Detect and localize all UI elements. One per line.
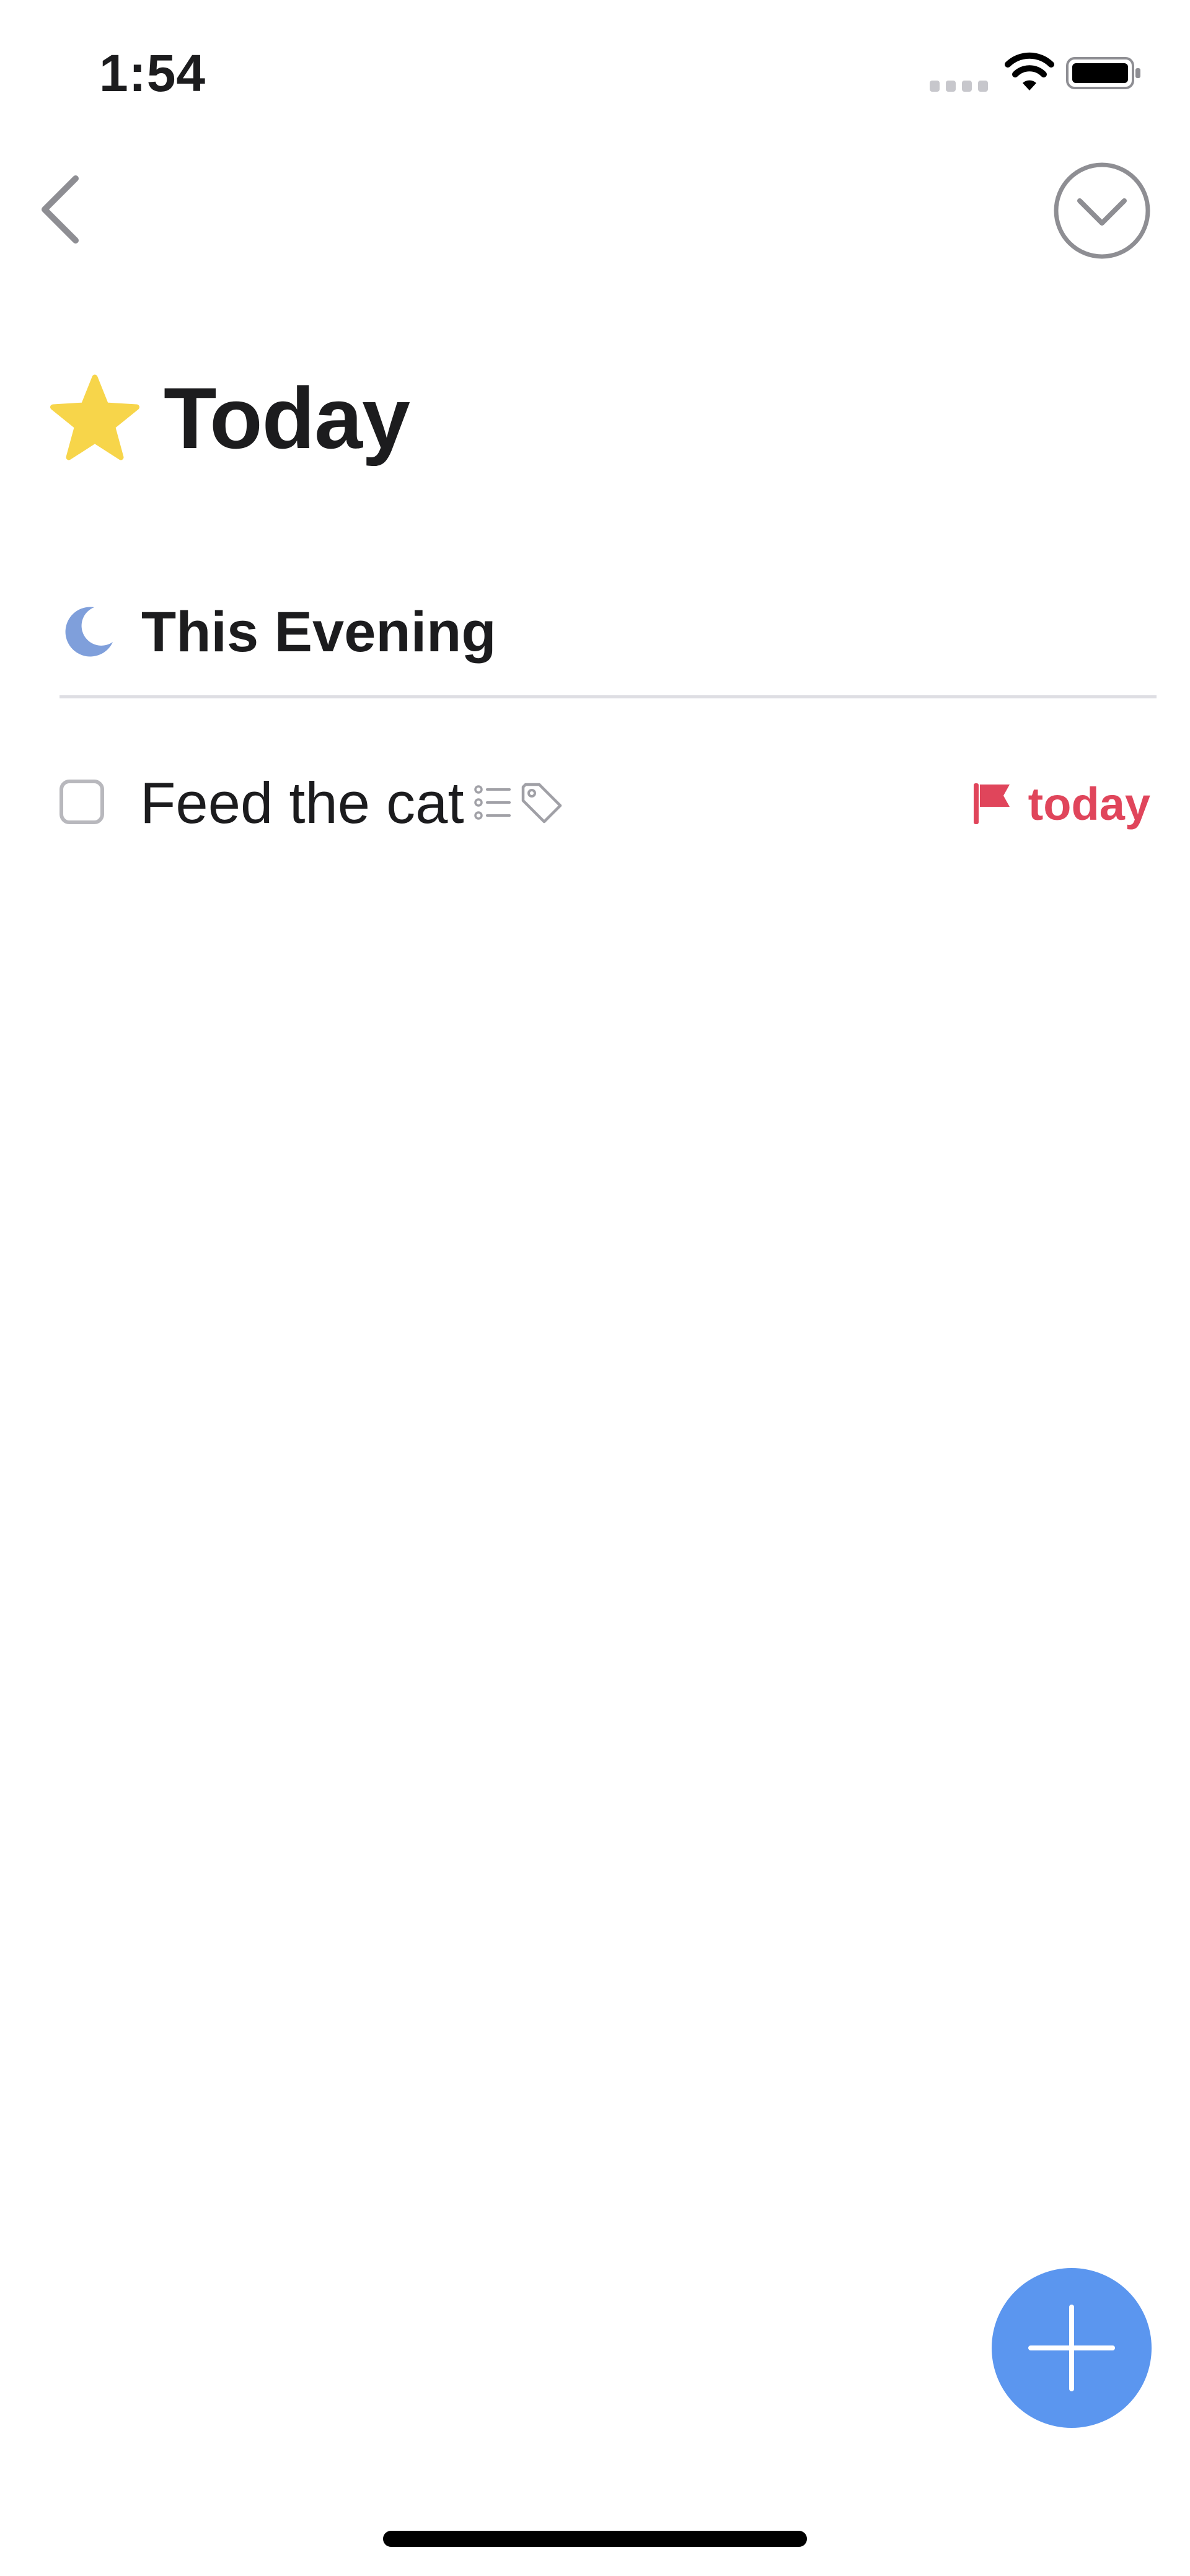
options-menu-button[interactable] (1052, 161, 1152, 260)
task-checkbox[interactable] (60, 780, 104, 824)
plus-icon (1028, 2305, 1115, 2391)
page-title: Today (164, 369, 410, 467)
due-label: today (1028, 778, 1150, 830)
add-task-button[interactable] (992, 2268, 1152, 2428)
chevron-down-circle-icon (1054, 162, 1150, 259)
task-row[interactable]: Feed the cat today (60, 761, 1150, 848)
wifi-icon (1005, 52, 1054, 90)
cellular-signal-icon (930, 79, 989, 92)
tag-icon (521, 783, 562, 824)
battery-icon (1066, 57, 1140, 89)
status-time: 1:54 (99, 44, 206, 102)
due-date: today (971, 776, 1150, 832)
section-title: This Evening (141, 600, 496, 664)
chevron-left-icon (42, 175, 79, 244)
checklist-icon (474, 785, 511, 820)
page-header: Today (48, 363, 410, 474)
task-title: Feed the cat (140, 770, 464, 835)
home-indicator[interactable] (383, 2531, 807, 2547)
back-button[interactable] (36, 172, 86, 247)
flag-icon (973, 783, 1010, 824)
section-divider (60, 695, 1157, 698)
star-icon (50, 374, 139, 460)
moon-icon (65, 607, 113, 657)
section-header-this-evening: This Evening (60, 595, 496, 669)
